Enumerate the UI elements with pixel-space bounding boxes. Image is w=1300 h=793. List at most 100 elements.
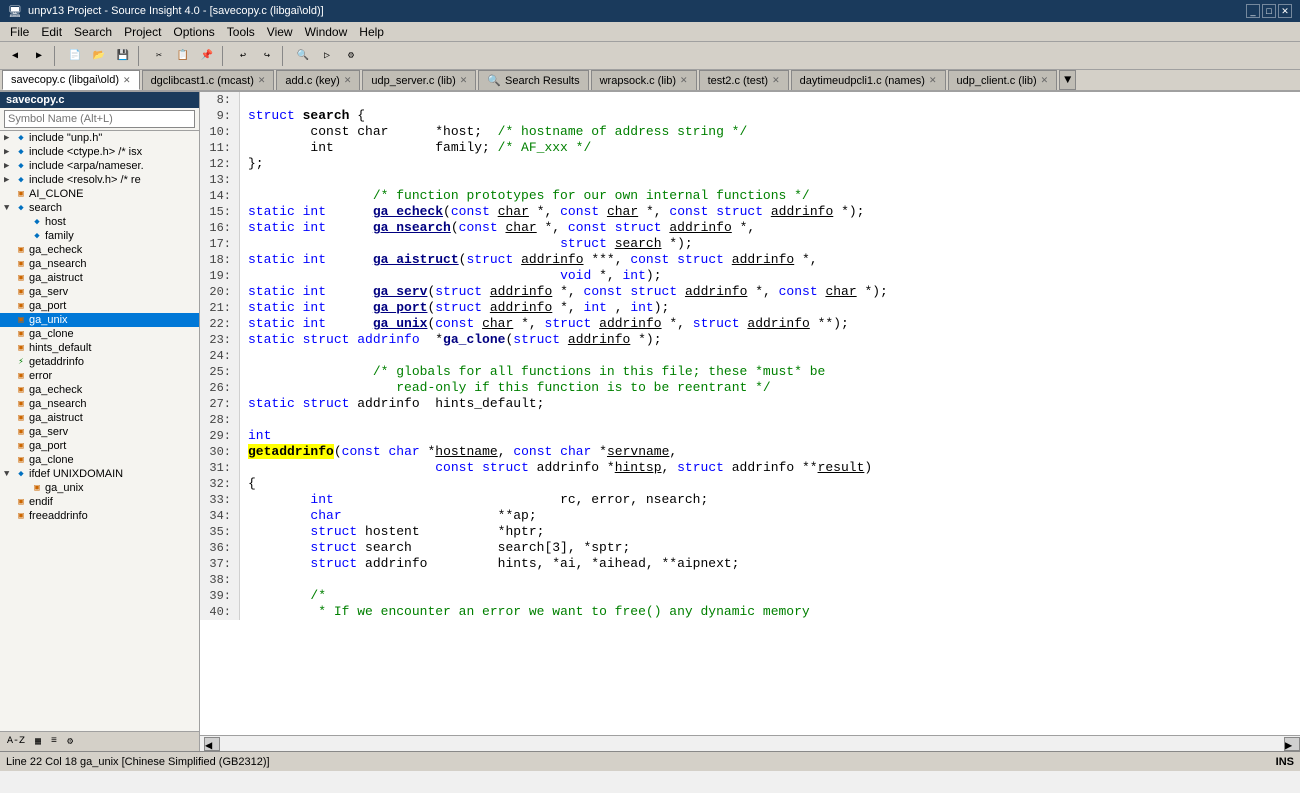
tree-label-1: include <ctype.h> /* isx — [29, 146, 142, 158]
tree-item-4[interactable]: ▣AI_CLONE — [0, 187, 199, 201]
line-number-23: 23: — [200, 332, 240, 348]
back-button[interactable]: ◀ — [4, 45, 26, 67]
list-view-button[interactable]: ≡ — [48, 736, 60, 747]
tree-item-9[interactable]: ▣ga_nsearch — [0, 257, 199, 271]
menu-item-window[interactable]: Window — [299, 23, 354, 41]
code-line-17: 17: struct search *); — [200, 236, 1300, 252]
minimize-button[interactable]: _ — [1246, 4, 1260, 18]
tree-item-1[interactable]: ▶◆include <ctype.h> /* isx — [0, 145, 199, 159]
tab-8[interactable]: udp_client.c (lib)✕ — [948, 70, 1058, 90]
tree-item-13[interactable]: ▣ga_unix — [0, 313, 199, 327]
maximize-button[interactable]: □ — [1262, 4, 1276, 18]
tab-label-4: Search Results — [505, 75, 580, 87]
tab-1[interactable]: dgclibcast1.c (mcast)✕ — [142, 70, 275, 90]
tab-close-6[interactable]: ✕ — [772, 75, 780, 86]
tab-4[interactable]: 🔍Search Results — [478, 70, 588, 90]
scroll-right-button[interactable]: ▶ — [1284, 737, 1300, 751]
tree-item-23[interactable]: ▣ga_clone — [0, 453, 199, 467]
tree-item-27[interactable]: ▣freeaddrinfo — [0, 509, 199, 523]
settings-button[interactable]: ⚙ — [64, 736, 76, 748]
tree-item-19[interactable]: ▣ga_nsearch — [0, 397, 199, 411]
tab-2[interactable]: add.c (key)✕ — [276, 70, 360, 90]
tabs-more-button[interactable]: ▼ — [1059, 70, 1076, 90]
menu-item-view[interactable]: View — [261, 23, 299, 41]
tab-close-5[interactable]: ✕ — [680, 75, 688, 86]
tree-item-14[interactable]: ▣ga_clone — [0, 327, 199, 341]
paste-button[interactable]: 📌 — [196, 45, 218, 67]
tree-item-8[interactable]: ▣ga_echeck — [0, 243, 199, 257]
copy-button[interactable]: 📋 — [172, 45, 194, 67]
tab-3[interactable]: udp_server.c (lib)✕ — [362, 70, 476, 90]
tree-item-24[interactable]: ▼◆ifdef UNIXDOMAIN — [0, 467, 199, 481]
build-button[interactable]: ⚙ — [340, 45, 362, 67]
tab-close-2[interactable]: ✕ — [344, 75, 352, 86]
tree-icon-21: ▣ — [15, 427, 27, 437]
code-line-34: 34: char **ap; — [200, 508, 1300, 524]
tree-item-0[interactable]: ▶◆include "unp.h" — [0, 131, 199, 145]
tab-0[interactable]: savecopy.c (libgai\old)✕ — [2, 70, 140, 90]
code-scroll[interactable]: 8:9:struct search {10: const char *host;… — [200, 92, 1300, 735]
tab-label-7: daytimeudpcli1.c (names) — [800, 75, 925, 87]
menu-item-file[interactable]: File — [4, 23, 35, 41]
tree-item-16[interactable]: ⚡getaddrinfo — [0, 355, 199, 369]
cut-button[interactable]: ✂ — [148, 45, 170, 67]
tree-item-12[interactable]: ▣ga_port — [0, 299, 199, 313]
find-next-button[interactable]: ▷ — [316, 45, 338, 67]
menu-item-help[interactable]: Help — [353, 23, 390, 41]
tree-item-2[interactable]: ▶◆include <arpa/nameser. — [0, 159, 199, 173]
line-number-20: 20: — [200, 284, 240, 300]
tree-item-10[interactable]: ▣ga_aistruct — [0, 271, 199, 285]
tab-7[interactable]: daytimeudpcli1.c (names) ✕ — [791, 70, 946, 90]
tab-close-3[interactable]: ✕ — [460, 75, 468, 86]
tree-item-7[interactable]: ◆family — [0, 229, 199, 243]
line-number-30: 30: — [200, 444, 240, 460]
new-button[interactable]: 📄 — [64, 45, 86, 67]
tree-item-5[interactable]: ▼◆search — [0, 201, 199, 215]
az-sort-button[interactable]: A-Z — [4, 736, 28, 747]
menu-item-tools[interactable]: Tools — [221, 23, 261, 41]
menu-item-project[interactable]: Project — [118, 23, 167, 41]
tree-item-17[interactable]: ▣error — [0, 369, 199, 383]
title-text: unpv13 Project - Source Insight 4.0 - [s… — [28, 5, 1246, 17]
tab-5[interactable]: wrapsock.c (lib)✕ — [591, 70, 697, 90]
line-number-26: 26: — [200, 380, 240, 396]
forward-button[interactable]: ▶ — [28, 45, 50, 67]
tab-close-1[interactable]: ✕ — [258, 75, 266, 86]
menu-item-edit[interactable]: Edit — [35, 23, 68, 41]
undo-button[interactable]: ↩ — [232, 45, 254, 67]
grid-view-button[interactable]: ▦ — [32, 736, 44, 748]
save-button[interactable]: 💾 — [112, 45, 134, 67]
bottom-scrollbar[interactable]: ◀ ▶ — [200, 735, 1300, 751]
tree-label-25: ga_unix — [45, 482, 84, 494]
menu-item-search[interactable]: Search — [68, 23, 118, 41]
scroll-track[interactable] — [220, 737, 1284, 751]
tree-item-6[interactable]: ◆host — [0, 215, 199, 229]
symbol-search-input[interactable] — [4, 110, 195, 128]
tree-item-18[interactable]: ▣ga_echeck — [0, 383, 199, 397]
tree-item-21[interactable]: ▣ga_serv — [0, 425, 199, 439]
close-button[interactable]: ✕ — [1278, 4, 1292, 18]
tree-item-25[interactable]: ▣ga_unix — [0, 481, 199, 495]
tree-item-3[interactable]: ▶◆include <resolv.h> /* re — [0, 173, 199, 187]
tree-icon-2: ◆ — [15, 161, 27, 171]
redo-button[interactable]: ↪ — [256, 45, 278, 67]
search-button[interactable]: 🔍 — [292, 45, 314, 67]
line-number-31: 31: — [200, 460, 240, 476]
tree-item-22[interactable]: ▣ga_port — [0, 439, 199, 453]
menu-item-options[interactable]: Options — [167, 23, 220, 41]
tab-close-8[interactable]: ✕ — [1041, 75, 1049, 86]
tree-item-26[interactable]: ▣endif — [0, 495, 199, 509]
line-number-37: 37: — [200, 556, 240, 572]
tab-6[interactable]: test2.c (test)✕ — [699, 70, 789, 90]
tree-label-13: ga_unix — [29, 314, 68, 326]
open-button[interactable]: 📂 — [88, 45, 110, 67]
tab-close-0[interactable]: ✕ — [123, 75, 131, 86]
line-content-28 — [240, 412, 1300, 428]
line-content-18: static int ga_aistruct(struct addrinfo *… — [240, 252, 1300, 268]
tab-close-7[interactable]: ✕ — [929, 75, 937, 86]
tree-item-20[interactable]: ▣ga_aistruct — [0, 411, 199, 425]
tree-item-15[interactable]: ▣hints_default — [0, 341, 199, 355]
tree-item-11[interactable]: ▣ga_serv — [0, 285, 199, 299]
scroll-left-button[interactable]: ◀ — [204, 737, 220, 751]
tree-label-3: include <resolv.h> /* re — [29, 174, 141, 186]
